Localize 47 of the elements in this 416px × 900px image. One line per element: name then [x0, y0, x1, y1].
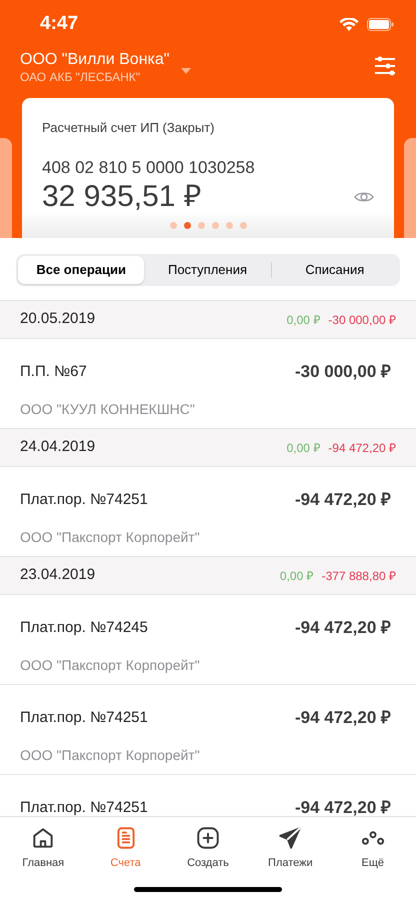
income-total: 0,00 ₽ — [286, 312, 320, 328]
filter-button[interactable] — [374, 56, 396, 76]
battery-icon — [367, 18, 394, 31]
caret-icon — [181, 68, 192, 74]
account-number: 408 02 810 5 0000 1030258 — [42, 156, 256, 178]
tab-bar-item[interactable]: Создать — [172, 825, 243, 872]
operation-row[interactable]: Плат.пор. №74245 -94 472,20 ₽ ООО "Пакспорт Корпорейт" — [0, 595, 416, 685]
operation-title: П.П. №67 — [20, 362, 87, 382]
operation-title: Плат.пор. №74251 — [20, 490, 148, 510]
outcome-total: -30 000,00 ₽ — [328, 312, 396, 328]
operation-amount: -30 000,00 ₽ — [294, 361, 391, 383]
counterparty: ООО "Пакспорт Корпорейт" — [20, 656, 201, 675]
wifi-icon — [339, 18, 359, 32]
operation-amount: -94 472,20 ₽ — [294, 707, 391, 729]
operation-title: Плат.пор. №74245 — [20, 618, 148, 638]
income-total: 0,00 ₽ — [286, 440, 320, 456]
outcome-total: -377 888,80 ₽ — [322, 568, 396, 584]
account-name: Расчетный счет ИП (Закрыт) — [42, 119, 216, 137]
operation-title: Плат.пор. №74251 — [20, 708, 148, 728]
eye-icon[interactable] — [354, 190, 374, 204]
operation-title: Плат.пор. №74251 — [20, 798, 148, 816]
status-time: 4:47 — [40, 12, 78, 36]
tab-bar-item[interactable]: Ещё — [338, 825, 408, 872]
paper-plane-icon — [277, 825, 304, 851]
income-total: 0,00 ₽ — [280, 568, 314, 584]
date-label: 24.04.2019 — [20, 437, 96, 458]
segment-tab[interactable]: Списания — [272, 256, 398, 284]
date-label: 23.04.2019 — [20, 565, 96, 586]
counterparty: ООО "КУУЛ КОННЕКШНС" — [20, 400, 196, 418]
outcome-total: -94 472,20 ₽ — [328, 440, 396, 456]
account-balance: 32 935,51 ₽ — [42, 180, 201, 214]
plus-icon — [194, 825, 221, 851]
tab-bar-item[interactable]: Платежи — [255, 825, 326, 872]
bank-name: ОАО АКБ "ЛЕСБАНК" — [20, 70, 142, 84]
operation-amount: -94 472,20 ₽ — [294, 617, 391, 639]
segment-tab[interactable]: Все операции — [18, 256, 144, 284]
operation-row[interactable]: Плат.пор. №74251 -94 472,20 ₽ ООО "Пакспорт Корпорейт" — [0, 685, 416, 775]
filter-icon — [374, 56, 396, 76]
operation-amount: -94 472,20 ₽ — [294, 797, 391, 816]
segment-tab[interactable]: Поступления — [144, 256, 271, 284]
account-card[interactable]: Расчетный счет ИП (Закрыт) 408 02 810 5 0000 1030258 32 935,51 ₽ — [22, 98, 394, 238]
counterparty: ООО "Пакспорт Корпорейт" — [20, 528, 201, 547]
counterparty: ООО "Пакспорт Корпорейт" — [20, 746, 201, 765]
operation-amount: -94 472,20 ₽ — [294, 489, 391, 511]
date-label: 20.05.2019 — [20, 309, 96, 330]
tab-bar-item[interactable]: Главная — [8, 825, 78, 872]
company-name: ООО "Вилли Вонка" — [20, 50, 170, 70]
